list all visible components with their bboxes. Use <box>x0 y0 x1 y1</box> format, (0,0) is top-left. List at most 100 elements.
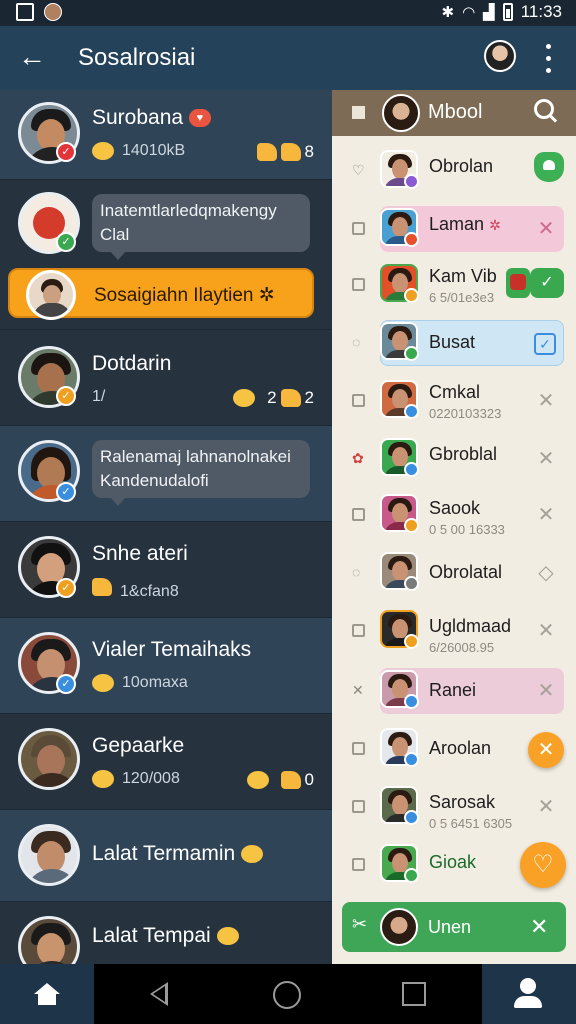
contact-row[interactable]: Ugldmaad 6/26008.95 ✕ <box>332 602 576 660</box>
pin-icon[interactable]: ✕ <box>352 683 365 697</box>
page-title: Sosalrosiai <box>78 44 196 71</box>
select-checkbox[interactable] <box>352 508 365 521</box>
favorite-fab-icon[interactable]: ♡ <box>520 842 566 888</box>
mute-icon[interactable]: ✕ <box>534 504 558 526</box>
thumbs-up-icon <box>280 389 301 407</box>
close-icon[interactable]: ✕ <box>530 914 548 940</box>
chat-name: Dotdarin <box>92 352 172 375</box>
verified-badge-icon: ✓ <box>56 578 76 598</box>
mute-icon[interactable]: ✕ <box>534 620 558 642</box>
search-icon[interactable] <box>534 99 558 123</box>
bell-icon[interactable]: ◌ <box>352 565 365 579</box>
contact-row[interactable]: ◌ Obrolatal ◇ <box>332 544 576 602</box>
contact-row[interactable]: ◌ Busat ✓ <box>332 314 576 372</box>
gallery-notification-icon <box>16 3 34 21</box>
avatar <box>18 728 80 790</box>
scissors-icon[interactable]: ✂ <box>352 914 367 935</box>
check-icon[interactable]: ✓ <box>530 268 564 298</box>
highlighted-chat-label: Sosaigiahn Ilaytien <box>94 285 254 306</box>
select-checkbox[interactable] <box>352 858 365 871</box>
emoji-icon <box>92 770 114 788</box>
highlighted-chat[interactable]: Sosaigiahn Ilaytien ✲ <box>8 268 314 320</box>
bluetooth-icon: ✱ <box>441 4 455 21</box>
contacts-panel: Mbool ♡ Obrolan Laman ✲ ✕ Kam Vib 6 5/01… <box>332 90 576 964</box>
avatar <box>18 916 80 964</box>
reaction-icon[interactable]: ✿ <box>352 451 365 465</box>
home-tab[interactable] <box>0 964 94 1024</box>
gift-icon[interactable] <box>506 268 530 298</box>
nav-recents-icon[interactable] <box>402 982 426 1006</box>
contacts-header: Mbool <box>332 90 576 136</box>
back-arrow-icon[interactable]: ← <box>18 42 48 72</box>
user-avatar[interactable] <box>484 40 516 72</box>
close-icon[interactable]: ✕ <box>534 218 558 240</box>
emoji-icon <box>246 771 269 789</box>
battery-icon <box>502 3 513 21</box>
nav-back-icon[interactable] <box>150 982 168 1006</box>
emoji-icon <box>241 845 264 864</box>
mute-icon[interactable]: ✕ <box>534 796 558 818</box>
close-icon[interactable]: ✕ <box>534 680 558 702</box>
mute-icon[interactable]: ✕ <box>534 390 558 412</box>
chat-row[interactable]: ✓ Snhe ateri 1&cfan8 <box>0 522 332 618</box>
chat-row[interactable]: ✓ Dotdarin 1/ 2 2 <box>0 330 332 426</box>
profile-tab[interactable] <box>482 964 576 1024</box>
chat-bubble-icon[interactable] <box>534 152 564 182</box>
chat-name: Gepaarke <box>92 734 185 757</box>
thumbs-up-icon <box>280 143 301 161</box>
heart-outline-icon[interactable]: ♡ <box>352 163 365 177</box>
status-badge-icon <box>404 174 419 189</box>
reaction-count: 2 <box>267 388 277 407</box>
contact-row[interactable]: Aroolan ✕ <box>332 720 576 778</box>
contact-name: Obrolatal <box>429 562 503 582</box>
avatar <box>18 824 80 886</box>
contact-row[interactable]: Cmkal 0220103323 ✕ <box>332 372 576 430</box>
contact-row[interactable]: ♡ Obrolan <box>332 142 576 200</box>
contact-row[interactable]: Sarosak 0 5 6451 6305 ✕ <box>332 778 576 836</box>
checkbox-checked-icon[interactable]: ✓ <box>534 333 556 355</box>
chat-row[interactable]: Lalat Tempai <box>0 902 332 964</box>
thumbs-up-icon <box>256 143 277 161</box>
select-checkbox[interactable] <box>352 624 365 637</box>
contact-row[interactable]: ✕ Ranei ✕ <box>332 662 576 720</box>
tag-icon[interactable]: ◇ <box>534 562 558 584</box>
select-checkbox[interactable] <box>352 222 365 235</box>
select-checkbox[interactable] <box>352 800 365 813</box>
app-bar: ← Sosalrosiai <box>0 26 576 90</box>
emoji-icon <box>233 389 256 407</box>
select-all-checkbox[interactable] <box>352 106 365 119</box>
contact-row[interactable]: ✿ Gbroblal ✕ <box>332 430 576 488</box>
contact-row[interactable]: Kam Vib 6 5/01e3e3 ✓ <box>332 256 576 314</box>
nav-home-icon[interactable] <box>273 981 301 1009</box>
message-preview: Ralenamaj lahnanolnakei Kandenudalofi <box>92 440 310 506</box>
contact-sub: 0220103323 <box>429 406 502 421</box>
select-checkbox[interactable] <box>352 742 365 755</box>
star-icon: ✲ <box>489 217 501 233</box>
status-badge-icon <box>404 232 419 247</box>
active-contact-bar[interactable]: ✂ Unen ✕ <box>342 902 566 952</box>
contact-row[interactable]: Gioak ♡ <box>332 836 576 894</box>
chat-row[interactable]: Lalat Termamin <box>0 810 332 902</box>
chat-row[interactable]: Gepaarke 120/008 0 <box>0 714 332 810</box>
chat-row[interactable]: ✓ Vialer Temaihaks 10omaxa <box>0 618 332 714</box>
reaction-count: 8 <box>304 142 314 161</box>
contact-row[interactable]: Laman ✲ ✕ <box>332 200 576 258</box>
contact-name: Cmkal <box>429 382 481 402</box>
select-checkbox[interactable] <box>352 278 365 291</box>
chat-row[interactable]: ✓ Surobana ♥ 14010kB 8 <box>0 90 332 180</box>
remove-fab-icon[interactable]: ✕ <box>528 732 564 768</box>
more-options-icon[interactable] <box>540 40 556 76</box>
home-icon <box>34 983 60 1005</box>
bell-icon[interactable]: ◌ <box>352 335 365 349</box>
select-checkbox[interactable] <box>352 394 365 407</box>
emoji-icon <box>216 927 239 946</box>
system-nav-bar <box>0 964 576 1024</box>
contact-sub: 6/26008.95 <box>429 640 495 655</box>
active-contact-name: Unen <box>428 917 472 937</box>
mute-icon[interactable]: ✕ <box>534 448 558 470</box>
contact-name: Gbroblal <box>429 444 498 464</box>
chat-row[interactable]: ✓ Ralenamaj lahnanolnakei Kandenudalofi <box>0 426 332 522</box>
avatar <box>382 94 420 132</box>
contact-row[interactable]: Saook 0 5 00 16333 ✕ <box>332 486 576 544</box>
status-badge-icon <box>404 404 419 419</box>
